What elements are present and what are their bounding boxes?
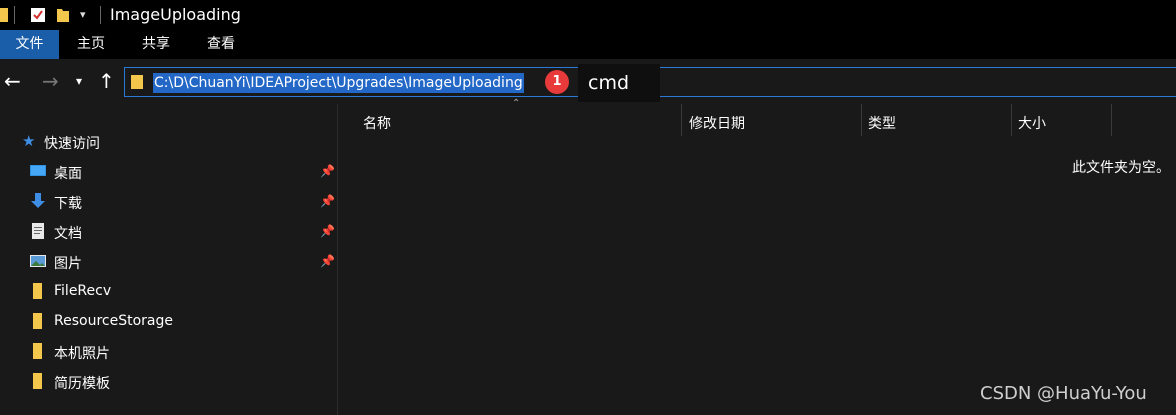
step-badge: 1 [545,70,569,94]
column-header-size[interactable]: 大小 [1012,104,1110,136]
column-header-date-modified[interactable]: 修改日期 [682,104,860,136]
download-icon [31,193,45,208]
sidebar-item-downloads[interactable]: 下载 📌 [0,186,338,216]
folder-icon [0,8,8,22]
new-folder-icon[interactable] [56,6,70,24]
sidebar-item-desktop[interactable]: 桌面 📌 [0,156,338,186]
recent-locations-icon[interactable]: ▾ [76,70,82,92]
pin-icon[interactable]: 📌 [320,164,335,178]
properties-icon[interactable] [30,6,46,24]
back-arrow-icon[interactable]: ← [4,70,21,92]
folder-icon [33,313,42,329]
folder-icon [33,283,42,299]
sidebar-item-label: 桌面 [54,166,82,182]
ribbon-tabs: 文件 主页 共享 查看 [0,30,1176,59]
sidebar-item-label: 本机照片 [54,346,110,362]
column-header-label: 类型 [868,116,896,132]
sidebar-item-label: 图片 [54,256,82,272]
address-path-text[interactable]: C:\D\ChuanYi\IDEAProject\Upgrades\ImageU… [153,73,524,93]
sidebar-item-pictures[interactable]: 图片 📌 [0,246,338,276]
document-icon [32,223,44,239]
tab-view[interactable]: 查看 [190,30,252,59]
sidebar-item-quick-access[interactable]: ★ 快速访问 [0,126,338,156]
separator [14,6,15,24]
star-icon: ★ [22,132,36,150]
folder-icon [33,343,42,359]
sidebar-item-label: 快速访问 [44,136,100,152]
title-bar: ▾ ImageUploading [0,0,1176,30]
column-divider[interactable] [1111,104,1112,136]
customize-toolbar-icon[interactable]: ▾ [80,6,86,24]
window-title: ImageUploading [110,5,241,24]
sidebar-item-local-photos[interactable]: 本机照片 [0,336,338,366]
sidebar-item-documents[interactable]: 文档 📌 [0,216,338,246]
column-header-label: 修改日期 [689,116,745,132]
pin-icon[interactable]: 📌 [320,224,335,238]
sidebar-item-label: FileRecv [54,283,112,299]
up-arrow-icon[interactable]: ↑ [98,70,115,92]
navigation-pane: ★ 快速访问 桌面 📌 下载 📌 文档 📌 图片 📌 FileRecv Reso… [0,104,338,415]
cmd-input-overlay: cmd [578,64,660,102]
forward-arrow-icon[interactable]: → [42,70,59,92]
pin-icon[interactable]: 📌 [320,194,335,208]
folder-icon [33,373,42,389]
picture-icon [30,255,46,267]
sidebar-item-label: 下载 [54,196,82,212]
desktop-icon [30,165,46,176]
column-header-label: 名称 [363,116,391,132]
column-header-name[interactable]: 名称 [350,104,680,136]
sidebar-item-filerecv[interactable]: FileRecv [0,276,338,306]
pin-icon[interactable]: 📌 [320,254,335,268]
tab-home[interactable]: 主页 [60,30,122,59]
empty-folder-message: 此文件夹为空。 [1072,160,1170,176]
column-header-type[interactable]: 类型 [862,104,1010,136]
sidebar-item-label: ResourceStorage [54,313,173,329]
sidebar-item-resourcestorage[interactable]: ResourceStorage [0,306,338,336]
folder-icon [131,75,143,89]
separator [100,6,101,24]
tab-file[interactable]: 文件 [0,30,59,59]
sidebar-item-label: 简历模板 [54,376,110,392]
sidebar-item-label: 文档 [54,226,82,242]
sidebar-item-resume-templates[interactable]: 简历模板 [0,366,338,396]
watermark: CSDN @HuaYu-You [980,383,1147,404]
column-header-label: 大小 [1018,116,1046,132]
tab-share[interactable]: 共享 [125,30,187,59]
